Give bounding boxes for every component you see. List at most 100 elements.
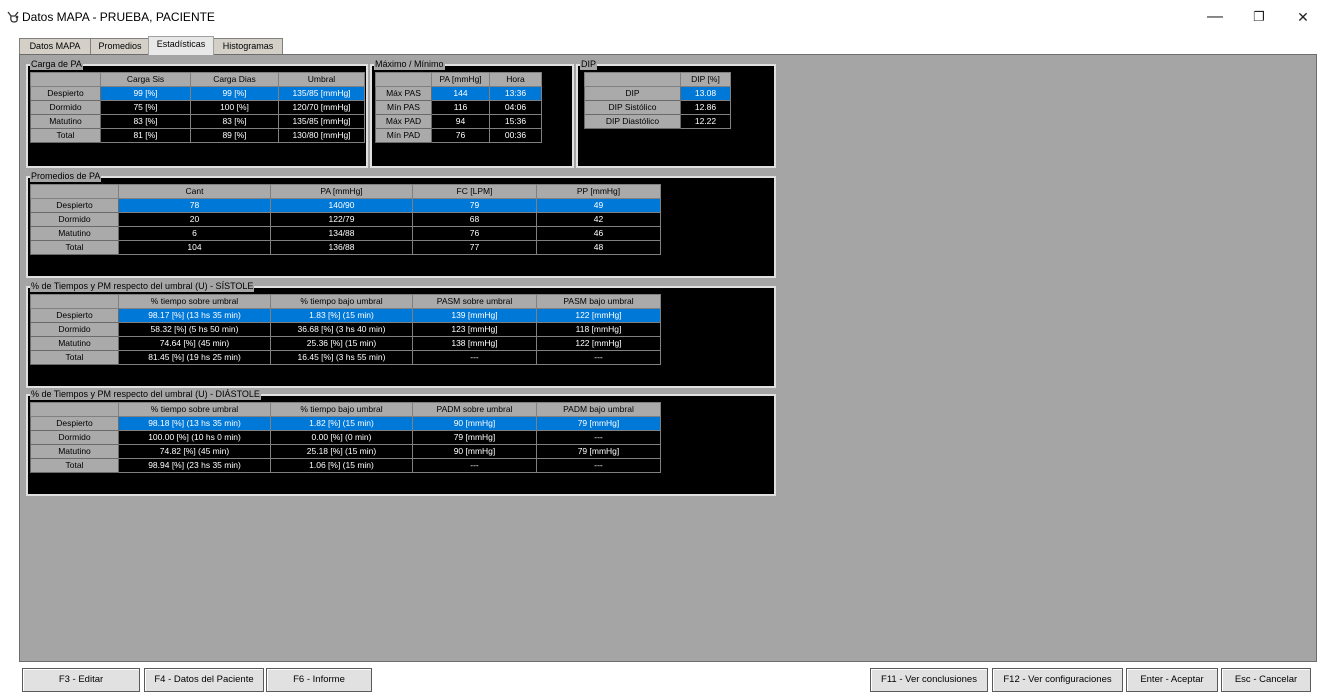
table-cell[interactable]: 16.45 [%] (3 hs 55 min)	[270, 350, 413, 365]
row-header[interactable]: Total	[30, 128, 101, 143]
minimize-button[interactable]: —	[1193, 6, 1237, 28]
table-row-min-pad[interactable]: Mín PAD 76 00:36	[375, 128, 542, 143]
table-cell[interactable]: ---	[412, 350, 537, 365]
table-row-total[interactable]: Total 81.45 [%] (19 hs 25 min) 16.45 [%] (…	[30, 350, 661, 365]
table-cell[interactable]: 99 [%]	[100, 86, 191, 101]
table-cell[interactable]: ---	[536, 430, 661, 445]
row-header[interactable]: Matutino	[30, 114, 101, 129]
table-cell[interactable]: 46	[536, 226, 661, 241]
datos-paciente-button[interactable]: F4 - Datos del Paciente	[144, 668, 264, 692]
row-header[interactable]: Despierto	[30, 198, 119, 213]
table-cell[interactable]: 20	[118, 212, 271, 227]
table-cell[interactable]: 98.94 [%] (23 hs 35 min)	[118, 458, 271, 473]
table-cell[interactable]: 25.36 [%] (15 min)	[270, 336, 413, 351]
table-cell[interactable]: 78	[118, 198, 271, 213]
table-cell[interactable]: 68	[412, 212, 537, 227]
row-header[interactable]: Total	[30, 458, 119, 473]
row-header[interactable]: DIP	[584, 86, 681, 101]
cancelar-button[interactable]: Esc - Cancelar	[1221, 668, 1311, 692]
row-header[interactable]: Dormido	[30, 430, 119, 445]
row-header[interactable]: Matutino	[30, 336, 119, 351]
row-header[interactable]: Dormido	[30, 212, 119, 227]
table-row-despierto[interactable]: Despierto 98.17 [%] (13 hs 35 min) 1.83 [%…	[30, 308, 661, 323]
row-header[interactable]: Total	[30, 240, 119, 255]
table-cell[interactable]: ---	[412, 458, 537, 473]
table-cell[interactable]: 75 [%]	[100, 100, 191, 115]
table-cell[interactable]: 13:36	[489, 86, 542, 101]
ver-conclusiones-button[interactable]: F11 - Ver conclusiones	[870, 668, 988, 692]
table-cell[interactable]: 98.18 [%] (13 hs 35 min)	[118, 416, 271, 431]
row-header[interactable]: Máx PAD	[375, 114, 432, 129]
table-cell[interactable]: 120/70 [mmHg]	[278, 100, 365, 115]
table-cell[interactable]: 36.68 [%] (3 hs 40 min)	[270, 322, 413, 337]
table-cell[interactable]: 04:06	[489, 100, 542, 115]
table-row-despierto[interactable]: Despierto 98.18 [%] (13 hs 35 min) 1.82 [%…	[30, 416, 661, 431]
table-row-dormido[interactable]: Dormido 58.32 [%] (5 hs 50 min) 36.68 [%] …	[30, 322, 661, 337]
row-header[interactable]: Matutino	[30, 444, 119, 459]
table-row-max-pad[interactable]: Máx PAD 94 15:36	[375, 114, 542, 129]
table-cell[interactable]: 135/85 [mmHg]	[278, 86, 365, 101]
table-cell[interactable]: 77	[412, 240, 537, 255]
table-cell[interactable]: 76	[412, 226, 537, 241]
table-row-matutino[interactable]: Matutino 74.82 [%] (45 min) 25.18 [%] (15 …	[30, 444, 661, 459]
row-header[interactable]: Despierto	[30, 416, 119, 431]
informe-button[interactable]: F6 - Informe	[266, 668, 372, 692]
row-header[interactable]: DIP Diastólico	[584, 114, 681, 129]
table-cell[interactable]: ---	[536, 350, 661, 365]
row-header[interactable]: Matutino	[30, 226, 119, 241]
table-cell[interactable]: 1.82 [%] (15 min)	[270, 416, 413, 431]
table-cell[interactable]: 140/90	[270, 198, 413, 213]
table-row-dormido[interactable]: Dormido 20 122/79 68 42	[30, 212, 661, 227]
table-row-dip[interactable]: DIP 13.08	[584, 86, 731, 101]
table-cell[interactable]: 123 [mmHg]	[412, 322, 537, 337]
tab-promedios[interactable]: Promedios	[90, 38, 150, 54]
table-row-matutino[interactable]: Matutino 6 134/88 76 46	[30, 226, 661, 241]
table-cell[interactable]: 1.83 [%] (15 min)	[270, 308, 413, 323]
aceptar-button[interactable]: Enter - Aceptar	[1126, 668, 1218, 692]
table-cell[interactable]: 81.45 [%] (19 hs 25 min)	[118, 350, 271, 365]
table-cell[interactable]: 79 [mmHg]	[536, 444, 661, 459]
table-row-dormido[interactable]: Dormido 100.00 [%] (10 hs 0 min) 0.00 [%] …	[30, 430, 661, 445]
table-cell[interactable]: 90 [mmHg]	[412, 416, 537, 431]
table-cell[interactable]: ---	[536, 458, 661, 473]
table-cell[interactable]: 122 [mmHg]	[536, 336, 661, 351]
table-row-min-pas[interactable]: Mín PAS 116 04:06	[375, 100, 542, 115]
row-header[interactable]: Dormido	[30, 100, 101, 115]
table-cell[interactable]: 116	[431, 100, 490, 115]
table-cell[interactable]: 122/79	[270, 212, 413, 227]
table-row-dip-sistolico[interactable]: DIP Sistólico 12.86	[584, 100, 731, 115]
row-header[interactable]: DIP Sistólico	[584, 100, 681, 115]
table-row-despierto[interactable]: Despierto 78 140/90 79 49	[30, 198, 661, 213]
table-cell[interactable]: 1.06 [%] (15 min)	[270, 458, 413, 473]
row-header[interactable]: Total	[30, 350, 119, 365]
table-cell[interactable]: 74.82 [%] (45 min)	[118, 444, 271, 459]
row-header[interactable]: Mín PAS	[375, 100, 432, 115]
table-cell[interactable]: 12.22	[680, 114, 731, 129]
table-cell[interactable]: 15:36	[489, 114, 542, 129]
table-cell[interactable]: 136/88	[270, 240, 413, 255]
table-row-total[interactable]: Total 81 [%] 89 [%] 130/80 [mmHg]	[30, 128, 365, 143]
table-cell[interactable]: 49	[536, 198, 661, 213]
table-cell[interactable]: 98.17 [%] (13 hs 35 min)	[118, 308, 271, 323]
table-row-total[interactable]: Total 98.94 [%] (23 hs 35 min) 1.06 [%] (1…	[30, 458, 661, 473]
table-cell[interactable]: 74.64 [%] (45 min)	[118, 336, 271, 351]
table-cell[interactable]: 48	[536, 240, 661, 255]
table-cell[interactable]: 118 [mmHg]	[536, 322, 661, 337]
table-cell[interactable]: 12.86	[680, 100, 731, 115]
row-header[interactable]: Despierto	[30, 86, 101, 101]
table-cell[interactable]: 83 [%]	[190, 114, 279, 129]
table-row-total[interactable]: Total 104 136/88 77 48	[30, 240, 661, 255]
row-header[interactable]: Despierto	[30, 308, 119, 323]
table-cell[interactable]: 00:36	[489, 128, 542, 143]
table-cell[interactable]: 76	[431, 128, 490, 143]
table-cell[interactable]: 79 [mmHg]	[412, 430, 537, 445]
row-header[interactable]: Dormido	[30, 322, 119, 337]
tab-estadisticas[interactable]: Estadísticas	[148, 36, 214, 55]
table-cell[interactable]: 104	[118, 240, 271, 255]
table-cell[interactable]: 25.18 [%] (15 min)	[270, 444, 413, 459]
ver-configuraciones-button[interactable]: F12 - Ver configuraciones	[992, 668, 1123, 692]
table-cell[interactable]: 130/80 [mmHg]	[278, 128, 365, 143]
table-cell[interactable]: 134/88	[270, 226, 413, 241]
restore-button[interactable]: ❐	[1237, 6, 1281, 28]
table-cell[interactable]: 79 [mmHg]	[536, 416, 661, 431]
